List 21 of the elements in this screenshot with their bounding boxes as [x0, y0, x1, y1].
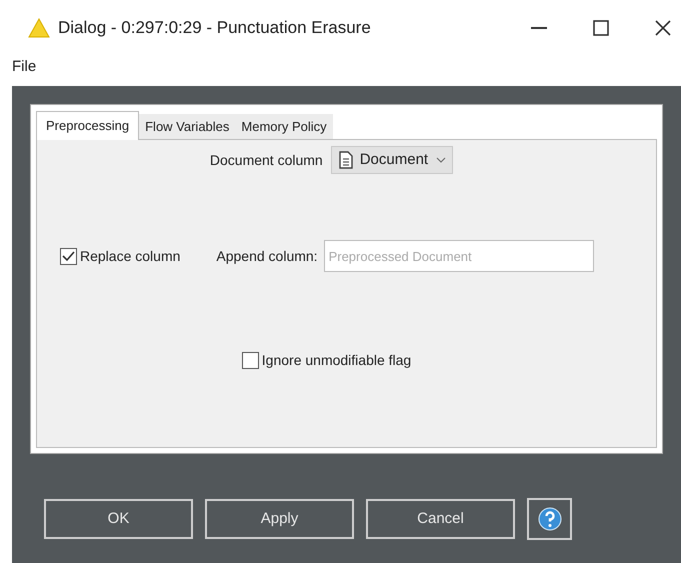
dialog-button[interactable]: OK [44, 499, 193, 539]
tab[interactable]: Memory Policy [235, 114, 333, 139]
checkmark-icon [62, 250, 75, 262]
field-label: Append column: [216, 246, 318, 266]
dialog-button[interactable]: Cancel [366, 499, 515, 539]
field-label: Document column [210, 150, 323, 170]
tab[interactable]: Flow Variables [139, 114, 236, 139]
replace-checkbox[interactable]: Replace column [60, 246, 180, 266]
help-button[interactable] [527, 498, 572, 540]
document-icon [338, 151, 354, 169]
menu-item[interactable]: File [12, 56, 36, 78]
input-field[interactable]: Preprocessed Document [324, 240, 594, 272]
maximize-icon[interactable] [593, 20, 609, 36]
caret-icon [436, 157, 446, 163]
close-icon[interactable] [655, 20, 671, 36]
help-icon [538, 507, 562, 531]
window-title: Dialog - 0:297:0:29 - Punctuation Erasure [58, 17, 371, 40]
tab[interactable]: Preprocessing [36, 111, 140, 140]
dialog-button[interactable]: Apply [205, 499, 354, 539]
ignore-checkbox[interactable]: Ignore unmodifiable flag [242, 350, 412, 371]
column-dropdown[interactable]: Document [330, 146, 454, 174]
